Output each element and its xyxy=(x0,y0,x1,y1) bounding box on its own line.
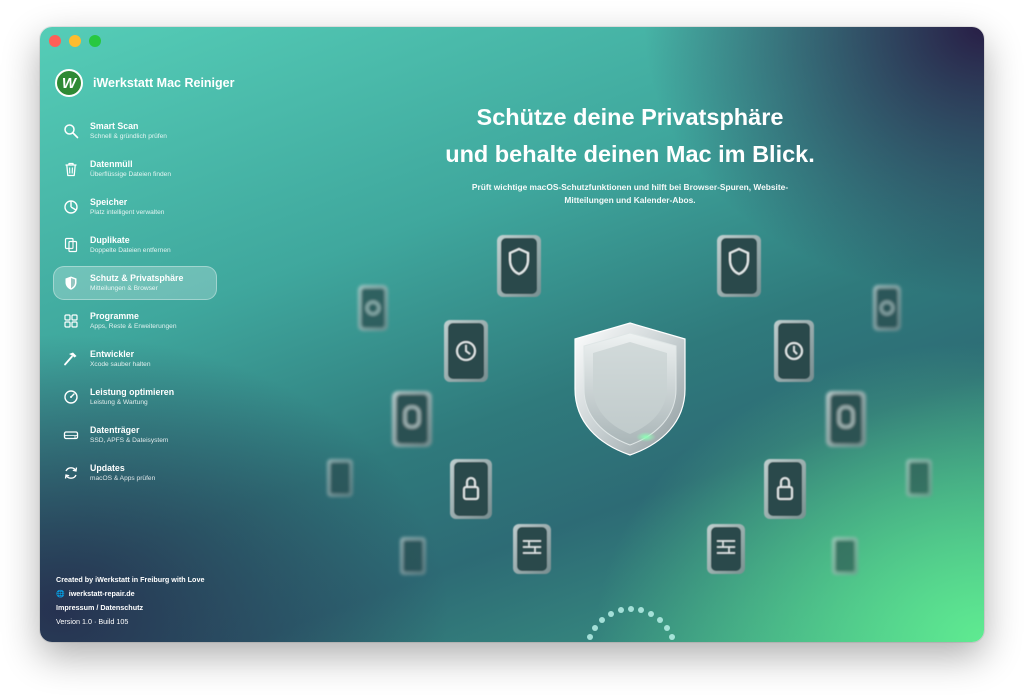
sidebar-item-entwickler[interactable]: Entwickler Xcode sauber halten xyxy=(53,342,217,376)
sidebar-item-label: Speicher xyxy=(90,196,128,207)
close-button[interactable] xyxy=(49,35,61,47)
sidebar-item-label: Programme xyxy=(90,310,139,321)
app-logo: W xyxy=(55,69,83,97)
app-brand: W iWerkstatt Mac Reiniger xyxy=(55,69,234,97)
time-machine-tile-right xyxy=(774,320,814,382)
search-icon xyxy=(62,122,80,140)
sidebar-item-label: Datenmüll xyxy=(90,158,133,169)
sidebar-item-label: Leistung optimieren xyxy=(90,386,175,397)
app-window: W iWerkstatt Mac Reiniger Smart Scan Sch… xyxy=(40,27,984,642)
shield-tile-top-left xyxy=(497,235,541,297)
duplicate-files-icon xyxy=(62,236,80,254)
sidebar-item-label: Smart Scan xyxy=(90,120,139,131)
legal-link[interactable]: Impressum / Datenschutz xyxy=(56,601,204,615)
globe-icon: 🌐 xyxy=(56,591,65,598)
sidebar-footer: Created by iWerkstatt in Freiburg with L… xyxy=(56,573,204,629)
sidebar-item-label: Entwickler xyxy=(90,348,135,359)
sidebar-item-subtitle: Mitteilungen & Browser xyxy=(90,285,158,293)
hero-description-line-1: Prüft wichtige macOS-Schutzfunktionen un… xyxy=(471,182,789,192)
refresh-icon xyxy=(62,464,80,482)
sidebar-nav: Smart Scan Schnell & gründlich prüfen Da… xyxy=(53,114,217,494)
hero-description-line-2: Mitteilungen und Kalender-Abos. xyxy=(564,195,696,205)
trash-icon xyxy=(62,160,80,178)
website-link[interactable]: 🌐 iwerkstatt-repair.de xyxy=(56,587,204,601)
version-text: Version 1.0 · Build 105 xyxy=(56,617,129,626)
zoom-button[interactable] xyxy=(89,35,101,47)
minimize-button[interactable] xyxy=(69,35,81,47)
lock-tile-left xyxy=(450,459,492,519)
grid-icon xyxy=(62,312,80,330)
shield-tile-top-right xyxy=(717,235,761,297)
sidebar-item-duplikate[interactable]: Duplikate Doppelte Dateien entfernen xyxy=(53,228,217,262)
sidebar-item-subtitle: Platz intelligent verwalten xyxy=(90,209,165,217)
firewall-tile-right xyxy=(707,524,745,574)
sidebar-item-programme[interactable]: Programme Apps, Reste & Erweiterungen xyxy=(53,304,217,338)
sidebar-item-speicher[interactable]: Speicher Platz intelligent verwalten xyxy=(53,190,217,224)
sidebar-item-subtitle: Überflüssige Dateien finden xyxy=(90,171,172,179)
privacy-tile-far-right xyxy=(906,459,932,497)
privacy-tile-left xyxy=(392,391,432,447)
privacy-tile-far-left xyxy=(327,459,353,497)
sidebar-item-datenmuell[interactable]: Datenmüll Überflüssige Dateien finden xyxy=(53,152,217,186)
firewall-tile-far-left xyxy=(400,537,426,575)
progress-ring xyxy=(587,606,675,640)
sidebar-item-datentraeger[interactable]: Datenträger SSD, APFS & Dateisystem xyxy=(53,418,217,452)
sidebar-item-subtitle: SSD, APFS & Dateisystem xyxy=(90,437,169,445)
sidebar-item-subtitle: Xcode sauber halten xyxy=(90,361,151,369)
sidebar-item-label: Duplikate xyxy=(90,234,130,245)
lock-tile-right xyxy=(764,459,806,519)
time-machine-tile-far-right xyxy=(873,285,901,331)
firewall-tile-left xyxy=(513,524,551,574)
sidebar-item-schutz-privatsphaere[interactable]: Schutz & Privatsphäre Mitteilungen & Bro… xyxy=(53,266,217,300)
central-shield-icon xyxy=(574,322,686,456)
credit-text: Created by iWerkstatt in Freiburg with L… xyxy=(56,575,205,584)
firewall-tile-far-right xyxy=(832,537,858,575)
window-controls xyxy=(49,35,101,47)
hero-section: Schütze deine Privatsphäre und behalte d… xyxy=(300,99,960,207)
time-machine-tile-far-left xyxy=(358,285,388,331)
sidebar-item-label: Schutz & Privatsphäre xyxy=(90,272,184,283)
sidebar-item-subtitle: Doppelte Dateien entfernen xyxy=(90,247,171,255)
sidebar-item-subtitle: Leistung & Wartung xyxy=(90,399,148,407)
privacy-tile-right xyxy=(826,391,866,447)
sidebar-item-subtitle: macOS & Apps prüfen xyxy=(90,475,156,483)
pie-chart-icon xyxy=(62,198,80,216)
app-name: iWerkstatt Mac Reiniger xyxy=(93,76,235,90)
sidebar-item-leistung[interactable]: Leistung optimieren Leistung & Wartung xyxy=(53,380,217,414)
shield-icon xyxy=(62,274,80,292)
sidebar-item-subtitle: Apps, Reste & Erweiterungen xyxy=(90,323,177,331)
time-machine-tile-left xyxy=(444,320,488,382)
sidebar-item-updates[interactable]: Updates macOS & Apps prüfen xyxy=(53,456,217,490)
hammer-icon xyxy=(62,350,80,368)
sidebar-item-label: Datenträger xyxy=(90,424,140,435)
hero-title-line-1: Schütze deine Privatsphäre xyxy=(476,104,784,130)
sidebar-item-smart-scan[interactable]: Smart Scan Schnell & gründlich prüfen xyxy=(53,114,217,148)
speedometer-icon xyxy=(62,388,80,406)
website-link-label: iwerkstatt-repair.de xyxy=(68,589,135,598)
drive-icon xyxy=(62,426,80,444)
sidebar-item-subtitle: Schnell & gründlich prüfen xyxy=(90,133,167,141)
sidebar-item-label: Updates xyxy=(90,462,125,473)
hero-title-line-2: und behalte deinen Mac im Blick. xyxy=(445,141,815,167)
